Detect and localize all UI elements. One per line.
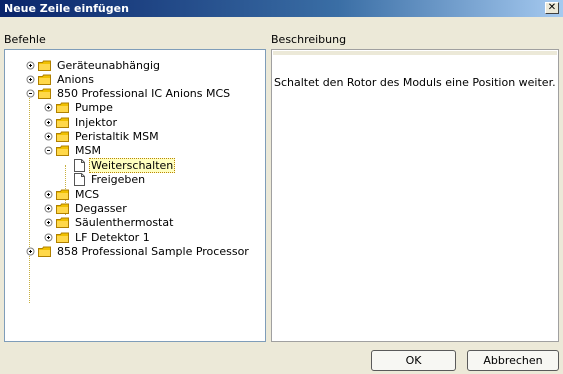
tree-item-label: Peristaltik MSM bbox=[75, 129, 159, 143]
document-icon bbox=[74, 158, 85, 172]
tree-item[interactable]: Freigeben bbox=[62, 172, 147, 186]
tree-item-label: MSM bbox=[75, 143, 101, 157]
tree-item[interactable]: Anions bbox=[26, 72, 96, 86]
tree-item-label: Weiterschalten bbox=[89, 157, 176, 173]
collapse-icon[interactable] bbox=[44, 146, 53, 155]
expand-icon[interactable] bbox=[26, 247, 35, 256]
folder-icon bbox=[56, 217, 69, 228]
expand-icon[interactable] bbox=[44, 218, 53, 227]
title-bar: Neue Zeile einfügen ✕ bbox=[0, 0, 563, 17]
expand-icon[interactable] bbox=[44, 103, 53, 112]
expand-icon[interactable] bbox=[44, 190, 53, 199]
folder-icon bbox=[56, 232, 69, 243]
tree-item[interactable]: Weiterschalten bbox=[62, 157, 176, 173]
expand-icon[interactable] bbox=[44, 204, 53, 213]
tree-item[interactable]: Pumpe bbox=[44, 100, 115, 114]
tree-item-label: 850 Professional IC Anions MCS bbox=[57, 86, 231, 100]
folder-icon bbox=[56, 189, 69, 200]
tree-item-label: LF Detektor 1 bbox=[75, 230, 150, 244]
tree-item-label: Pumpe bbox=[75, 100, 113, 114]
close-button[interactable]: ✕ bbox=[545, 2, 559, 14]
tree-item[interactable]: MSM bbox=[44, 143, 103, 157]
folder-icon bbox=[38, 60, 51, 71]
tree-item[interactable]: Säulenthermostat bbox=[44, 215, 175, 229]
tree-item-label: Geräteunabhängig bbox=[57, 58, 161, 72]
window-title: Neue Zeile einfügen bbox=[4, 2, 129, 15]
description-header-strip bbox=[273, 51, 557, 55]
folder-icon bbox=[56, 145, 69, 156]
tree-item[interactable]: 858 Professional Sample Processor bbox=[26, 244, 251, 258]
tree-line bbox=[29, 93, 30, 303]
description-text: Schaltet den Rotor des Moduls eine Posit… bbox=[274, 76, 556, 89]
folder-icon bbox=[38, 74, 51, 85]
expand-icon[interactable] bbox=[44, 132, 53, 141]
tree-item[interactable]: MCS bbox=[44, 187, 101, 201]
folder-icon bbox=[56, 102, 69, 113]
folder-icon bbox=[38, 246, 51, 257]
expand-icon[interactable] bbox=[26, 75, 35, 84]
ok-button[interactable]: OK bbox=[371, 350, 456, 371]
expand-icon[interactable] bbox=[26, 61, 35, 70]
folder-icon bbox=[56, 203, 69, 214]
tree-item-label: Degasser bbox=[75, 201, 127, 215]
cancel-button[interactable]: Abbrechen bbox=[467, 350, 559, 371]
dialog: Neue Zeile einfügen ✕ Befehle Beschreibu… bbox=[0, 0, 563, 374]
tree-item[interactable]: Injektor bbox=[44, 115, 119, 129]
tree-item-label: Anions bbox=[57, 72, 94, 86]
close-icon: ✕ bbox=[547, 2, 557, 13]
folder-icon bbox=[56, 131, 69, 142]
expand-icon[interactable] bbox=[44, 118, 53, 127]
tree-item[interactable]: Peristaltik MSM bbox=[44, 129, 161, 143]
tree-item-label: Injektor bbox=[75, 115, 117, 129]
description-label: Beschreibung bbox=[271, 33, 347, 46]
tree-item[interactable]: Degasser bbox=[44, 201, 129, 215]
document-icon bbox=[74, 172, 85, 186]
tree-item[interactable]: 850 Professional IC Anions MCS bbox=[26, 86, 232, 100]
tree-item-label: Freigeben bbox=[91, 172, 146, 186]
collapse-icon[interactable] bbox=[26, 89, 35, 98]
tree-item[interactable]: LF Detektor 1 bbox=[44, 230, 152, 244]
tree-item-label: MCS bbox=[75, 187, 100, 201]
folder-icon bbox=[56, 117, 69, 128]
description-panel: Schaltet den Rotor des Moduls eine Posit… bbox=[271, 49, 559, 342]
folder-icon bbox=[38, 88, 51, 99]
tree-item[interactable]: Geräteunabhängig bbox=[26, 58, 162, 72]
tree-item-label: Säulenthermostat bbox=[75, 215, 174, 229]
commands-label: Befehle bbox=[4, 33, 46, 46]
tree-item-label: 858 Professional Sample Processor bbox=[57, 244, 249, 258]
expand-icon[interactable] bbox=[44, 233, 53, 242]
